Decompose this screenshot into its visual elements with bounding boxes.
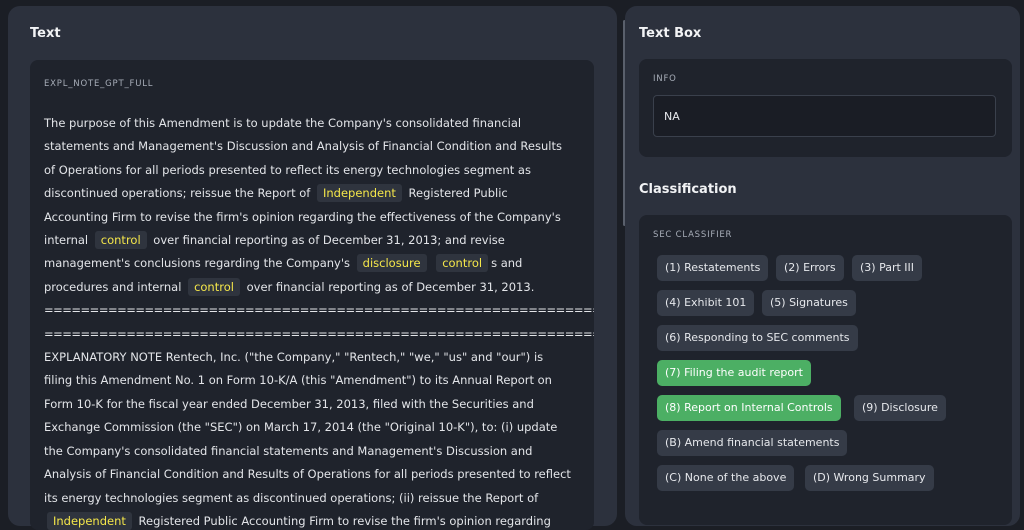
classifier-option[interactable]: (6) Responding to SEC comments	[657, 325, 858, 351]
info-field[interactable]: NA	[653, 95, 996, 137]
classifier-option[interactable]: (4) Exhibit 101	[657, 290, 755, 316]
paragraph-2: EXPLANATORY NOTE Rentech, Inc. ("the Com…	[44, 346, 574, 530]
classifier-option[interactable]: (3) Part III	[852, 255, 923, 281]
info-card: INFO NA	[639, 59, 1012, 157]
classifier-option[interactable]: (C) None of the above	[657, 465, 795, 491]
highlighted-term: control	[94, 231, 147, 250]
field-label: EXPL_NOTE_GPT_FULL	[44, 79, 154, 89]
highlighted-term: Independent	[316, 184, 402, 203]
highlighted-term: control	[436, 254, 489, 273]
text-segment	[430, 256, 434, 270]
classifier-option[interactable]: (D) Wrong Summary	[805, 465, 934, 491]
right-panel: Text Box INFO NA Classification SEC CLAS…	[625, 6, 1020, 526]
classifier-option[interactable]: (2) Errors	[776, 255, 844, 281]
text-panel-title: Text	[30, 26, 61, 41]
separator-1: ========================================…	[44, 303, 594, 318]
paragraph-1: The purpose of this Amendment is to upda…	[44, 112, 574, 299]
text-segment: over financial reporting as of December …	[242, 279, 535, 294]
classifier-label: SEC CLASSIFIER	[653, 230, 733, 240]
classifier-option[interactable]: (1) Restatements	[657, 255, 769, 281]
classifier-option[interactable]: (5) Signatures	[762, 290, 856, 316]
classifier-option[interactable]: (B) Amend financial statements	[657, 430, 848, 456]
text-body: The purpose of this Amendment is to upda…	[44, 112, 594, 530]
textbox-title: Text Box	[639, 26, 702, 41]
highlighted-term: control	[188, 277, 240, 296]
text-segment: Registered Public Accounting Firm to rev…	[134, 513, 551, 528]
classifier-card: SEC CLASSIFIER (1) Restatements (2) Error…	[639, 215, 1012, 525]
info-label: INFO	[653, 74, 677, 84]
highlighted-term: disclosure	[356, 254, 427, 273]
text-card: EXPL_NOTE_GPT_FULL The purpose of this A…	[30, 60, 594, 530]
text-panel: Text EXPL_NOTE_GPT_FULL The purpose of t…	[8, 6, 626, 530]
separator-2: ========================================…	[44, 326, 594, 341]
classification-title: Classification	[639, 182, 737, 197]
classifier-option[interactable]: (8) Report on Internal Controls	[657, 395, 841, 421]
text-segment: EXPLANATORY NOTE Rentech, Inc. ("the Com…	[44, 350, 571, 505]
classifier-option[interactable]: (9) Disclosure	[854, 395, 946, 421]
classifier-option[interactable]: (7) Filing the audit report	[657, 360, 811, 386]
